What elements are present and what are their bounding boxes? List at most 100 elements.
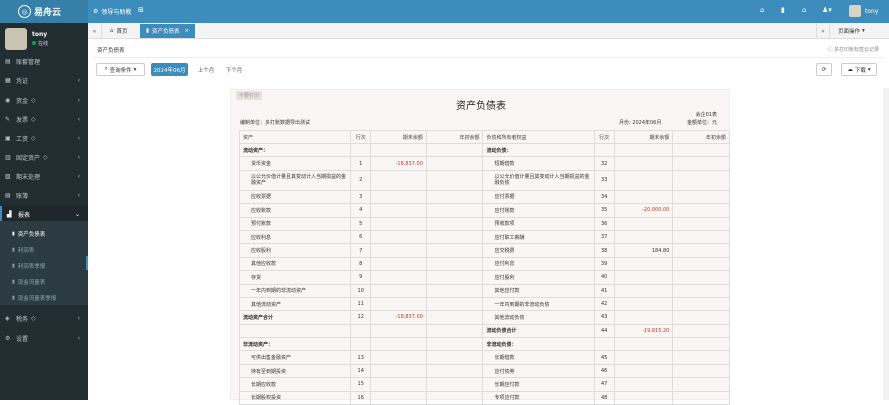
table-cell	[238, 323, 352, 339]
table-cell	[425, 189, 484, 205]
tab-home[interactable]: ⌂ 首页	[104, 24, 134, 38]
chevron-down-icon: ⌄	[74, 211, 80, 218]
table-cell	[672, 310, 730, 325]
sidebar-item-salary[interactable]: ▣ 工资 ◇ ‹	[0, 130, 88, 147]
table-cell: 应收账款	[238, 203, 352, 218]
table-cell: 专项应付款	[482, 390, 595, 405]
table-cell	[425, 229, 484, 245]
table-cell: 非流动资产：	[238, 337, 352, 352]
table-cell: 行次	[593, 130, 615, 144]
table-cell: 33	[593, 169, 615, 191]
sub-item-cashflow[interactable]: ▮ 现金流量表	[0, 274, 88, 290]
balance-sheet-table: 资产 行次 期末余额 年初余额 负债和所有者权益 行次 期末余额 年初余额 流动资产： 流动负债：…	[238, 130, 730, 405]
table-cell: 其他流动资产	[238, 296, 352, 312]
table-cell	[672, 390, 730, 405]
sub-item-balance-sheet[interactable]: ▮ 资产负债表	[0, 226, 88, 242]
sub-item-income-quarterly[interactable]: ▮ 利润表季报	[0, 258, 88, 274]
chart-icon: ▮	[12, 231, 15, 237]
home-icon[interactable]: ⌂	[760, 6, 764, 14]
table-cell: 43	[593, 310, 615, 325]
table-cell: -18,837.00	[370, 156, 427, 171]
cloud-download-icon: ☁	[847, 66, 853, 73]
house-icon[interactable]: ⌂	[802, 6, 806, 14]
sub-item-cashflow-quarterly[interactable]: ▮ 现金流量表季报	[0, 290, 88, 306]
table-cell: -19,815.20	[613, 323, 674, 339]
main-content: 资产负债表 ⓘ 多打印账标签云记录 ⌕ 查询条件 ▾ 2024年06月 上个月 下个…	[88, 39, 889, 405]
sheet-title: 资产负债表	[456, 101, 506, 112]
table-cell	[613, 216, 674, 231]
sidebar-item-accounts[interactable]: ▤ 账套管理	[0, 53, 88, 70]
table-cell	[672, 323, 730, 339]
table-cell: 长期借款	[482, 350, 595, 365]
form-number: 会企01表	[695, 112, 717, 118]
tab-balance-sheet[interactable]: ▮ 资产负债表 ×	[140, 24, 196, 38]
table-cell: 资产	[238, 130, 352, 144]
chevron-left-icon: ‹	[77, 77, 80, 84]
sidebar-item-funds[interactable]: ◉ 资金 ◇ ‹	[0, 92, 88, 109]
table-cell	[672, 169, 730, 191]
chart-icon: ▮	[12, 295, 15, 301]
period-badge[interactable]: 2024年06月	[151, 63, 188, 76]
sidebar-item-period-end[interactable]: ▧ 期末处理 ‹	[0, 168, 88, 185]
toolbar: ⌕ 查询条件 ▾ 2024年06月 上个月 下个月 ⟳ ☁ 下载 ▾	[96, 63, 881, 77]
sidebar-item-settings[interactable]: ⚙ 设置 ‹	[0, 330, 88, 347]
table-cell: 9	[350, 270, 372, 285]
table-cell: 34	[593, 189, 615, 205]
page-ops-dropdown[interactable]: 页面操作 ▾	[832, 24, 871, 38]
table-cell	[370, 229, 427, 245]
user-menu-icon[interactable]: ♟▾	[822, 6, 832, 14]
next-month-button[interactable]: 下个月	[221, 63, 247, 76]
sidebar-item-ledger[interactable]: ▤ 账簿 ‹	[0, 187, 88, 204]
table-cell	[425, 310, 484, 325]
table-cell	[613, 169, 674, 191]
table-cell: 应收利息	[238, 229, 352, 245]
download-button[interactable]: ☁ 下载 ▾	[841, 63, 877, 76]
close-icon[interactable]: ×	[185, 28, 190, 34]
table-cell	[370, 323, 427, 339]
tab-scroll-right-icon[interactable]: »	[816, 23, 830, 39]
logo-icon: ◎	[18, 5, 31, 18]
refresh-button[interactable]: ⟳	[816, 63, 832, 76]
salary-icon: ▣	[5, 135, 11, 142]
refresh-icon: ⟳	[821, 66, 827, 73]
fullscreen-icon[interactable]: ⊞	[138, 6, 144, 14]
report-icon: ▟	[7, 211, 12, 218]
table-cell	[613, 310, 674, 325]
sidebar-item-invoice[interactable]: ✎ 发票 ◇ ‹	[0, 111, 88, 128]
sidebar-item-tax[interactable]: ◈ 税务 ◇ ‹	[0, 310, 88, 327]
user-menu[interactable]: tony	[849, 5, 878, 17]
table-cell: 36	[593, 216, 615, 231]
table-cell: -20,000.00	[613, 203, 674, 218]
table-cell: 应付票据	[482, 189, 595, 205]
table-row: 流动资产： 流动负债：	[238, 142, 730, 158]
prev-month-button[interactable]: 上个月	[193, 63, 219, 76]
table-cell: 应收票据	[238, 189, 352, 205]
table-cell	[613, 142, 674, 158]
scrollbar[interactable]	[883, 88, 889, 400]
caret-down-icon: ▾	[867, 66, 871, 73]
table-cell: 37	[593, 229, 615, 245]
table-row: 流动负债合计 44 -19,815.20	[238, 323, 730, 339]
table-cell	[370, 243, 427, 258]
tax-icon: ◈	[5, 315, 10, 322]
balance-sheet-paper: 不要打印 资产负债表 会企01表 金额单位：元 编制单位：多打账数据导出测试 月…	[230, 89, 730, 405]
chevron-left-icon: ‹	[77, 335, 80, 342]
invoice-icon: ✎	[5, 116, 11, 123]
table-cell	[672, 270, 730, 285]
logo[interactable]: ◎ 易舟云	[0, 0, 88, 23]
table-cell	[425, 142, 484, 158]
tab-scroll-left-icon[interactable]: «	[88, 23, 102, 39]
filter-button[interactable]: ⌕ 查询条件 ▾	[96, 63, 145, 76]
chevron-left-icon: ‹	[77, 154, 80, 161]
sub-item-income[interactable]: ▮ 利润表	[0, 242, 88, 258]
leader-link[interactable]: ⚙ 领导与助教	[93, 0, 131, 23]
table-row: 以公允价值计量且其变动计入当期损益的金融资产 2 以公允价值计量且其变动计入当期损益…	[238, 169, 730, 191]
company-icon[interactable]: ▮	[781, 6, 785, 14]
table-cell	[672, 216, 730, 231]
table-cell	[672, 296, 730, 312]
sidebar-item-fixed-assets[interactable]: ▥ 固定资产 ◇ ‹	[0, 149, 88, 166]
table-cell: 14	[350, 363, 372, 379]
table-cell: 35	[593, 203, 615, 218]
table-row: 一年内到期的非流动资产 10 其他应付款 41	[238, 283, 730, 298]
sidebar-item-voucher[interactable]: ▦ 凭证 ‹	[0, 72, 88, 89]
